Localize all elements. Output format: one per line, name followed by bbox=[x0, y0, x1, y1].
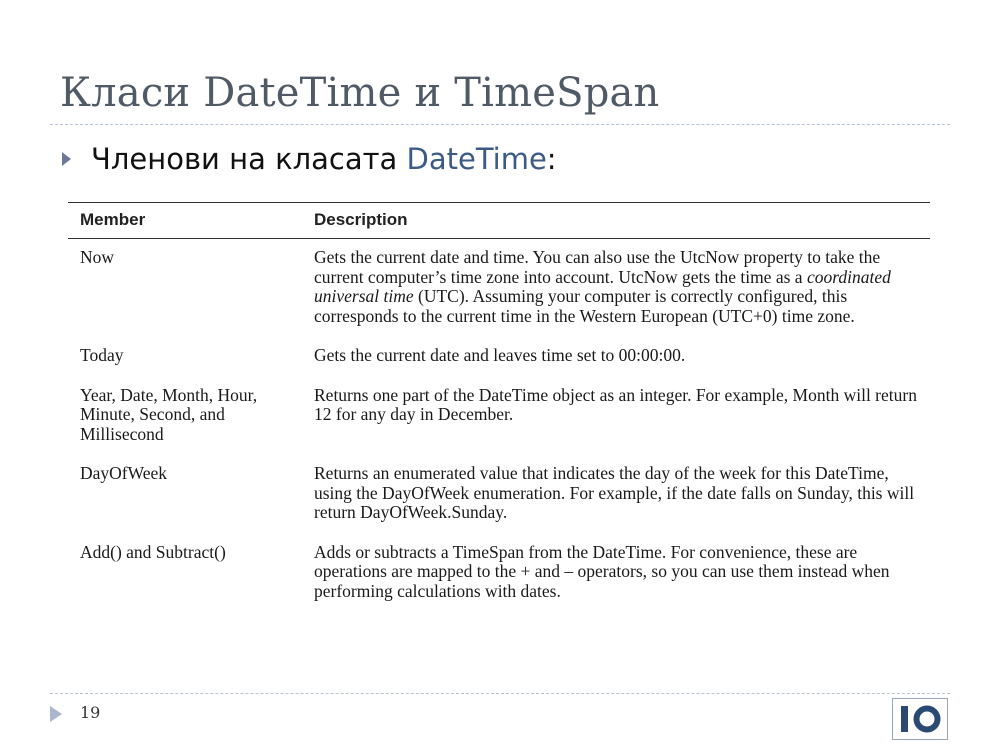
description-text: Gets the current date and time. You can … bbox=[314, 247, 881, 287]
bullet-item: Членови на класата DateTime: bbox=[62, 142, 557, 176]
description-text: Returns an enumerated value that indicat… bbox=[314, 463, 915, 522]
members-table: Member Description Now Gets the current … bbox=[68, 202, 930, 612]
description-cell: Gets the current date and time. You can … bbox=[302, 239, 930, 338]
header-member: Member bbox=[68, 202, 302, 239]
member-cell: DayOfWeek bbox=[80, 463, 168, 483]
io-logo-graphic bbox=[901, 705, 941, 733]
table-row: Today Gets the current date and leaves t… bbox=[68, 337, 930, 377]
description-cell: Returns an enumerated value that indicat… bbox=[302, 455, 930, 534]
description-text: Returns one part of the DateTime object … bbox=[314, 384, 917, 424]
header-description: Description bbox=[302, 202, 930, 239]
slide-title: Класи DateTime и TimeSpan bbox=[60, 70, 660, 116]
io-logo-icon bbox=[892, 698, 948, 740]
title-divider bbox=[50, 124, 950, 125]
table-row: DayOfWeek Returns an enumerated value th… bbox=[68, 455, 930, 534]
description-cell: Returns one part of the DateTime object … bbox=[302, 377, 930, 456]
member-cell: Year, Date, Month, Hour, Minute, Second,… bbox=[80, 384, 258, 444]
table-row: Add() and Subtract() Adds or subtracts a… bbox=[68, 534, 930, 613]
member-cell: Today bbox=[80, 345, 124, 365]
bullet-prefix: Членови на класата bbox=[91, 142, 407, 176]
member-cell: Add() and Subtract() bbox=[80, 541, 226, 562]
triangle-bullet-icon bbox=[62, 152, 71, 166]
bullet-text: Членови на класата DateTime: bbox=[91, 142, 557, 176]
footer-divider bbox=[50, 693, 950, 694]
table-row: Now Gets the current date and time. You … bbox=[68, 239, 930, 338]
table-row: Year, Date, Month, Hour, Minute, Second,… bbox=[68, 377, 930, 456]
member-cell: Now bbox=[80, 247, 115, 267]
description-text: Adds or subtracts a TimeSpan from the Da… bbox=[314, 541, 890, 601]
page-number: 19 bbox=[80, 703, 101, 722]
bullet-suffix: : bbox=[546, 142, 557, 176]
table-header-row: Member Description bbox=[68, 202, 930, 239]
description-cell: Adds or subtracts a TimeSpan from the Da… bbox=[302, 534, 930, 613]
description-cell: Gets the current date and leaves time se… bbox=[302, 337, 930, 377]
description-text: Gets the current date and leaves time se… bbox=[314, 345, 686, 365]
triangle-footer-icon bbox=[50, 706, 62, 722]
bullet-accent: DateTime bbox=[406, 142, 547, 176]
